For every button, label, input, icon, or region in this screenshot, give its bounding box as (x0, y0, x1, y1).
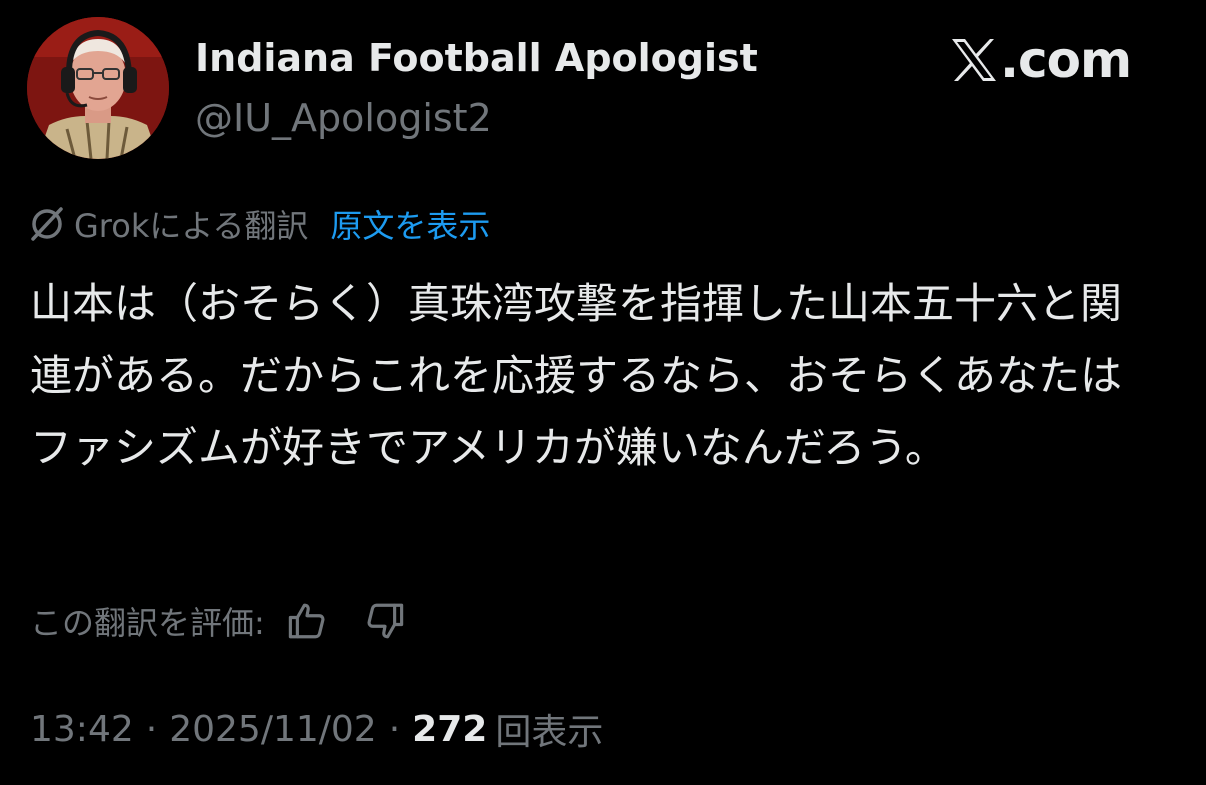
tweet-time[interactable]: 13:42 (30, 709, 134, 750)
meta-separator: · (388, 708, 401, 750)
brand-text: .com (1000, 31, 1132, 89)
thumbs-down-button[interactable] (361, 597, 409, 645)
x-logo-icon (952, 39, 996, 81)
translation-bar: Grokによる翻訳 原文を表示 (28, 203, 490, 245)
show-original-link[interactable]: 原文を表示 (330, 201, 490, 247)
tweet-text: 山本は（おそらく）真珠湾攻撃を指揮した山本五十六と関連がある。だからこれを応援す… (30, 279, 1123, 472)
author-handle[interactable]: @IU_Apologist2 (195, 96, 492, 140)
author-display-name[interactable]: Indiana Football Apologist (195, 36, 758, 80)
meta-separator: · (145, 708, 158, 750)
views-label: 回表示 (495, 712, 604, 753)
tweet-date[interactable]: 2025/11/02 (169, 709, 377, 750)
thumbs-down-icon (367, 603, 403, 639)
translated-by-label: Grokによる翻訳 (74, 207, 309, 245)
grok-icon (31, 207, 63, 241)
profile-photo (27, 17, 169, 159)
thumbs-up-button[interactable] (283, 597, 331, 645)
views-count: 272 (412, 708, 488, 750)
rate-translation-label: この翻訳を評価: (30, 604, 265, 642)
tweet-meta: 13:42 · 2025/11/02 · 272 回表示 (30, 704, 603, 754)
x-com-watermark: .com (950, 30, 1132, 90)
translation-rating: この翻訳を評価: (30, 596, 409, 646)
avatar[interactable] (27, 17, 169, 159)
thumbs-up-icon (288, 603, 325, 639)
